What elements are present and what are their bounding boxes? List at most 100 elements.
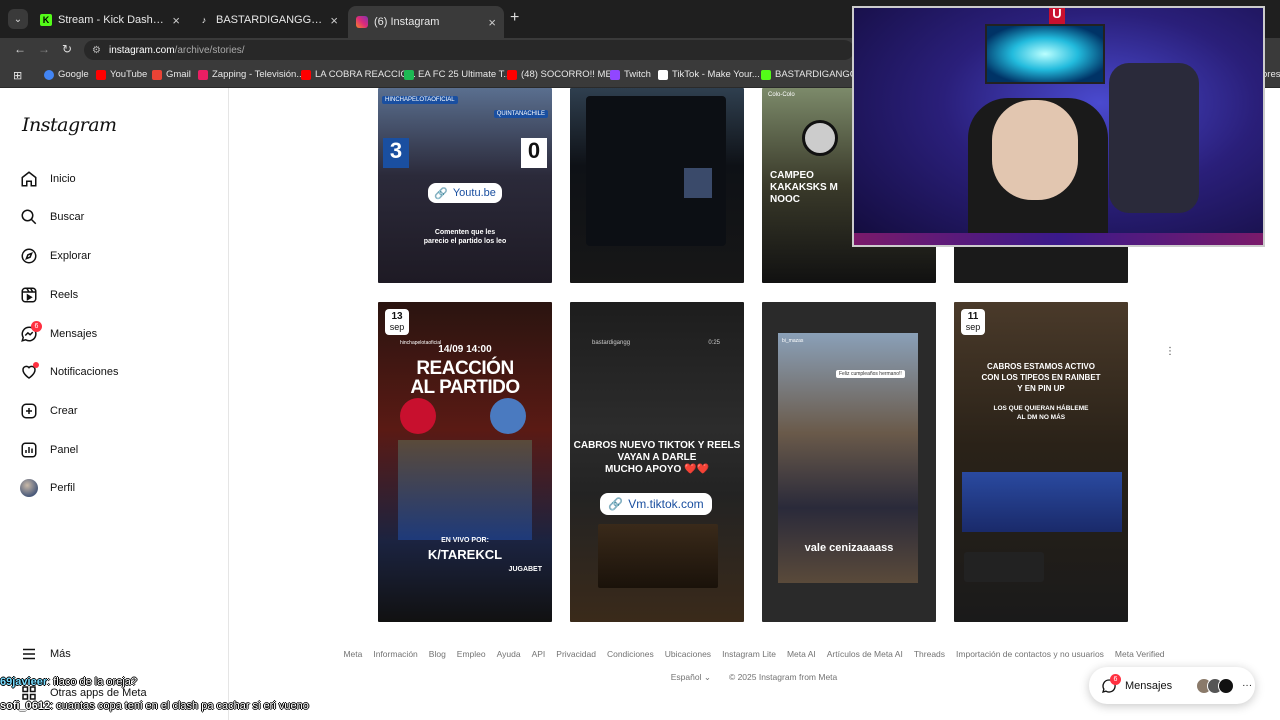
close-icon[interactable]: × <box>330 13 338 28</box>
story-caption: vale cenizaaaass <box>804 542 894 554</box>
youtube-icon <box>301 69 311 80</box>
story-footer: K/TAREKCL <box>427 547 503 562</box>
footer-link[interactable]: Instagram Lite <box>722 649 776 659</box>
streamer-face <box>992 100 1078 200</box>
new-tab-button[interactable]: + <box>510 9 519 27</box>
link-sticker[interactable]: 🔗 Vm.tiktok.com <box>600 493 712 515</box>
messenger-icon: 6 <box>1101 673 1121 694</box>
avatar <box>20 479 38 497</box>
instagram-logo[interactable]: Instagram <box>22 114 117 136</box>
instagram-sidebar: Instagram Inicio Buscar Explorar Reels 6… <box>0 88 229 720</box>
tab-title: BASTARDIGANGGCLIPS (@bast <box>216 14 325 26</box>
link-icon: 🔗 <box>434 187 448 200</box>
footer-link[interactable]: Blog <box>429 649 446 659</box>
story-tile[interactable]: HINCHAPELOTAOFICIAL QUINTANACHILE 3 0 🔗 Y… <box>378 88 552 283</box>
menu-icon <box>20 645 38 663</box>
footer-link[interactable]: Privacidad <box>556 649 596 659</box>
close-icon[interactable]: × <box>172 13 180 28</box>
chat-username: 69javieer <box>0 676 48 688</box>
bookmark-twitch[interactable]: Twitch <box>610 69 651 80</box>
heart-icon <box>20 362 39 381</box>
footer-link[interactable]: Meta <box>343 649 362 659</box>
bookmark-la-cobra[interactable]: LA COBRA REACCIO... <box>301 69 416 80</box>
story-header: bi_mazas <box>782 338 804 344</box>
footer-link[interactable]: Meta AI <box>787 649 816 659</box>
sidebar-item-perfil[interactable]: Perfil <box>20 476 75 500</box>
tab-kick-dashboard[interactable]: K Stream - Kick Dashboard × <box>32 6 188 34</box>
home-icon <box>20 170 38 188</box>
youtube-icon <box>507 69 517 80</box>
story-text: CABROS ESTAMOS ACTIVO CON LOS TIPEOS EN … <box>981 362 1101 393</box>
story-title: AL PARTIDO <box>410 377 520 398</box>
gmail-icon <box>152 69 162 80</box>
score-right: 0 <box>521 138 547 168</box>
site-info-icon[interactable]: ⚙ <box>92 45 101 56</box>
footer-link[interactable]: Threads <box>914 649 945 659</box>
sidebar-item-mensajes[interactable]: 6 Mensajes <box>20 321 97 346</box>
sidebar-item-notificaciones[interactable]: Notificaciones <box>20 360 118 384</box>
recent-avatars <box>1196 677 1235 694</box>
sidebar-item-explorar[interactable]: Explorar <box>20 244 91 268</box>
story-caption: Comenten que les parecio el partido los … <box>423 229 507 245</box>
sidebar-item-buscar[interactable]: Buscar <box>20 205 84 229</box>
bookmark-youtube[interactable]: YouTube <box>96 69 147 80</box>
story-tile[interactable]: 11 sep CABROS ESTAMOS ACTIVO CON LOS TIPE… <box>954 302 1128 622</box>
keyboard-photo <box>964 552 1044 582</box>
messages-label: Mensajes <box>1125 679 1173 692</box>
sidebar-item-crear[interactable]: Crear <box>20 399 78 423</box>
forward-icon[interactable]: → <box>38 42 50 56</box>
link-sticker[interactable]: 🔗 Youtu.be <box>428 183 502 203</box>
language-select[interactable]: Español ⌄ <box>671 672 711 683</box>
footer-link[interactable]: Condiciones <box>607 649 654 659</box>
messenger-icon: 6 <box>20 321 42 343</box>
close-icon[interactable]: × <box>488 15 496 30</box>
bookmark-zapping[interactable]: Zapping - Televisión... <box>198 69 304 80</box>
bookmark-socorro[interactable]: (48) SOCORRO!! ME... <box>507 69 620 80</box>
score-left: 3 <box>383 138 409 168</box>
avatar <box>1218 677 1235 694</box>
bookmark-tiktok[interactable]: TikTok - Make Your... <box>658 69 760 80</box>
options-icon[interactable]: ⋮ <box>1165 346 1175 357</box>
bookmark-ea-fc[interactable]: EA FC 25 Ultimate T... <box>404 69 511 80</box>
sidebar-item-panel[interactable]: Panel <box>20 438 78 462</box>
story-tile[interactable]: bastardigangg 0:25 CABROS NUEVO TIKTOK Y… <box>570 302 744 622</box>
story-time: 14/09 14:00 <box>438 344 492 355</box>
footer-link[interactable]: Ubicaciones <box>665 649 711 659</box>
tab-search-button[interactable]: ⌄ <box>8 9 28 29</box>
tab-instagram[interactable]: (6) Instagram × <box>348 6 504 38</box>
story-tile[interactable]: bi_mazas Feliz cumpleaños hermano!! vale… <box>762 302 936 622</box>
footer-link[interactable]: Meta Verified <box>1115 649 1165 659</box>
chevron-down-icon: ⌄ <box>703 672 711 682</box>
story-tile[interactable] <box>570 88 744 283</box>
story-sticker: Feliz cumpleaños hermano!! <box>836 370 905 378</box>
messages-floating-button[interactable]: 6 Mensajes ··· <box>1089 667 1255 704</box>
back-icon[interactable]: ← <box>14 42 26 56</box>
reload-icon[interactable]: ↻ <box>62 42 72 56</box>
address-bar[interactable]: ⚙ instagram.com/archive/stories/ <box>84 40 854 60</box>
footer-link[interactable]: Artículos de Meta AI <box>827 649 903 659</box>
story-tile[interactable]: 13 sep hinchapelotaoficial 14/09 14:00 RE… <box>378 302 552 622</box>
sidebar-item-inicio[interactable]: Inicio <box>20 167 76 191</box>
bookmark-gmail[interactable]: Gmail <box>152 69 191 80</box>
footer-links: Meta Información Blog Empleo Ayuda API P… <box>343 649 1164 659</box>
footer-link[interactable]: Empleo <box>457 649 486 659</box>
bookmark-google[interactable]: Google <box>44 69 89 80</box>
chat-message: sofi_0612: cuantas copa teni en el clash… <box>0 700 309 712</box>
footer-link[interactable]: API <box>532 649 546 659</box>
reels-icon <box>20 286 38 304</box>
footer-link[interactable]: Importación de contactos y no usuarios <box>956 649 1104 659</box>
google-icon <box>44 69 54 80</box>
footer-link[interactable]: Información <box>373 649 417 659</box>
apps-grid-icon[interactable]: ⊞ <box>13 69 22 82</box>
ea-fc-icon <box>404 69 414 80</box>
more-icon[interactable]: ··· <box>1242 680 1252 691</box>
sidebar-item-mas[interactable]: Más <box>20 642 71 666</box>
search-icon <box>20 208 38 226</box>
streamers-photo <box>398 440 532 540</box>
sidebar-item-reels[interactable]: Reels <box>20 283 78 307</box>
story-text: CAMPEO KAKAKSKS M NOOC <box>770 170 838 205</box>
tab-tiktok[interactable]: ♪ BASTARDIGANGGCLIPS (@bast × <box>190 6 346 34</box>
story-date-badge: 11 sep <box>961 309 985 335</box>
footer-link[interactable]: Ayuda <box>497 649 521 659</box>
chat-username: sofi_0612 <box>0 700 51 712</box>
